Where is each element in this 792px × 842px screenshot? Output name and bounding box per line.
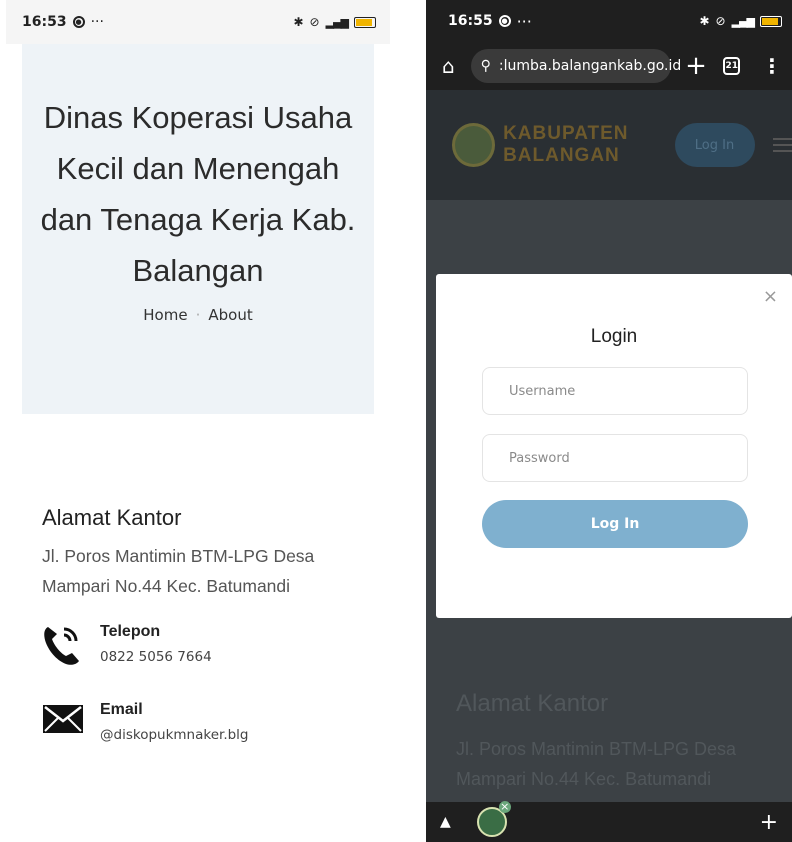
menu-icon[interactable]: ⋮ <box>762 54 782 78</box>
email-row: Email @diskopukmnaker.blg <box>42 701 362 743</box>
email-address[interactable]: @diskopukmnaker.blg <box>100 727 249 743</box>
site-header: KABUPATEN BALANGAN Log In <box>426 90 792 200</box>
site-name: KABUPATEN BALANGAN <box>503 123 628 167</box>
header-login-button[interactable]: Log In <box>674 123 755 167</box>
phone-number[interactable]: 0822 5056 7664 <box>100 649 212 665</box>
bluetooth-icon: ✱ <box>699 14 710 28</box>
close-icon[interactable]: × <box>763 286 778 307</box>
site-name-line-1: KABUPATEN <box>503 123 629 144</box>
notification-icon: ● <box>498 15 511 27</box>
contact-heading: Alamat Kantor <box>42 505 182 530</box>
username-input[interactable] <box>482 367 748 415</box>
status-extra: ··· <box>516 11 532 31</box>
breadcrumb-home[interactable]: Home <box>143 306 187 324</box>
status-bar: 16:53 ● ··· ✱ ⊘ ▂▄▆ <box>6 0 390 44</box>
site-name-line-2: BALANGAN <box>503 145 620 166</box>
hamburger-menu-icon[interactable] <box>772 134 792 156</box>
email-label: Email <box>100 701 143 718</box>
phone-row: Telepon 0822 5056 7664 <box>42 623 362 671</box>
phone-icon <box>42 623 84 671</box>
login-modal: × Login Log In <box>436 274 792 618</box>
right-phone-screen: 16:55 ● ··· ✱ ⊘ ▂▄▆ ⌂ ⚲ :lumba.balangank… <box>426 0 792 842</box>
bluetooth-icon: ✱ <box>293 15 304 29</box>
background-contact-heading: Alamat Kantor <box>456 690 609 717</box>
login-submit-button[interactable]: Log In <box>482 500 748 548</box>
tab-switcher-icon[interactable]: 21 <box>723 57 740 75</box>
email-icon <box>42 701 84 741</box>
contact-section: Alamat Kantor Jl. Poros Mantimin BTM-LPG… <box>42 505 362 743</box>
breadcrumb: Home · About <box>22 306 374 324</box>
password-input[interactable] <box>482 434 748 482</box>
left-phone-screen: 16:53 ● ··· ✱ ⊘ ▂▄▆ Dinas Koperasi Usaha… <box>6 0 390 842</box>
status-time: 16:55 <box>448 13 493 29</box>
status-extra: ··· <box>90 14 104 30</box>
page-title: Dinas Koperasi Usaha Kecil dan Menengah … <box>40 100 356 288</box>
breadcrumb-separator: · <box>195 306 201 324</box>
battery-icon <box>760 15 782 27</box>
address-bar[interactable]: ⚲ :lumba.balangankab.go.id <box>470 49 681 83</box>
login-title: Login <box>590 326 638 347</box>
notification-icon: ● <box>72 16 85 28</box>
phone-label: Telepon <box>100 623 161 640</box>
background-contact-section: Alamat Kantor Jl. Poros Mantimin BTM-LPG… <box>456 690 776 794</box>
battery-icon <box>354 16 376 28</box>
page-hero: Dinas Koperasi Usaha Kecil dan Menengah … <box>22 44 374 414</box>
balangan-logo <box>452 123 496 167</box>
breadcrumb-about[interactable]: About <box>208 306 252 324</box>
browser-toolbar: ⌂ ⚲ :lumba.balangankab.go.id + 21 ⋮ <box>426 42 792 90</box>
signal-icon: ▂▄▆ <box>325 15 349 29</box>
status-bar: 16:55 ● ··· ✱ ⊘ ▂▄▆ <box>426 0 792 42</box>
chevron-up-icon[interactable]: ▲ <box>440 814 451 830</box>
signal-icon: ▂▄▆ <box>731 14 755 28</box>
status-time: 16:53 <box>22 14 67 30</box>
silent-icon: ⊘ <box>715 14 726 28</box>
new-tab-icon[interactable]: + <box>685 51 708 81</box>
background-office-address: Jl. Poros Mantimin BTM-LPG Desa Mampari … <box>456 739 737 789</box>
home-icon[interactable]: ⌂ <box>436 54 461 78</box>
plus-icon[interactable]: + <box>760 810 778 835</box>
extension-icon[interactable] <box>476 801 511 837</box>
office-address: Jl. Poros Mantimin BTM-LPG Desa Mampari … <box>42 546 315 596</box>
site-settings-icon[interactable]: ⚲ <box>481 58 491 74</box>
url-text: :lumba.balangankab.go.id <box>498 58 682 74</box>
browser-bottom-bar: ▲ + <box>426 801 792 842</box>
silent-icon: ⊘ <box>309 15 320 29</box>
